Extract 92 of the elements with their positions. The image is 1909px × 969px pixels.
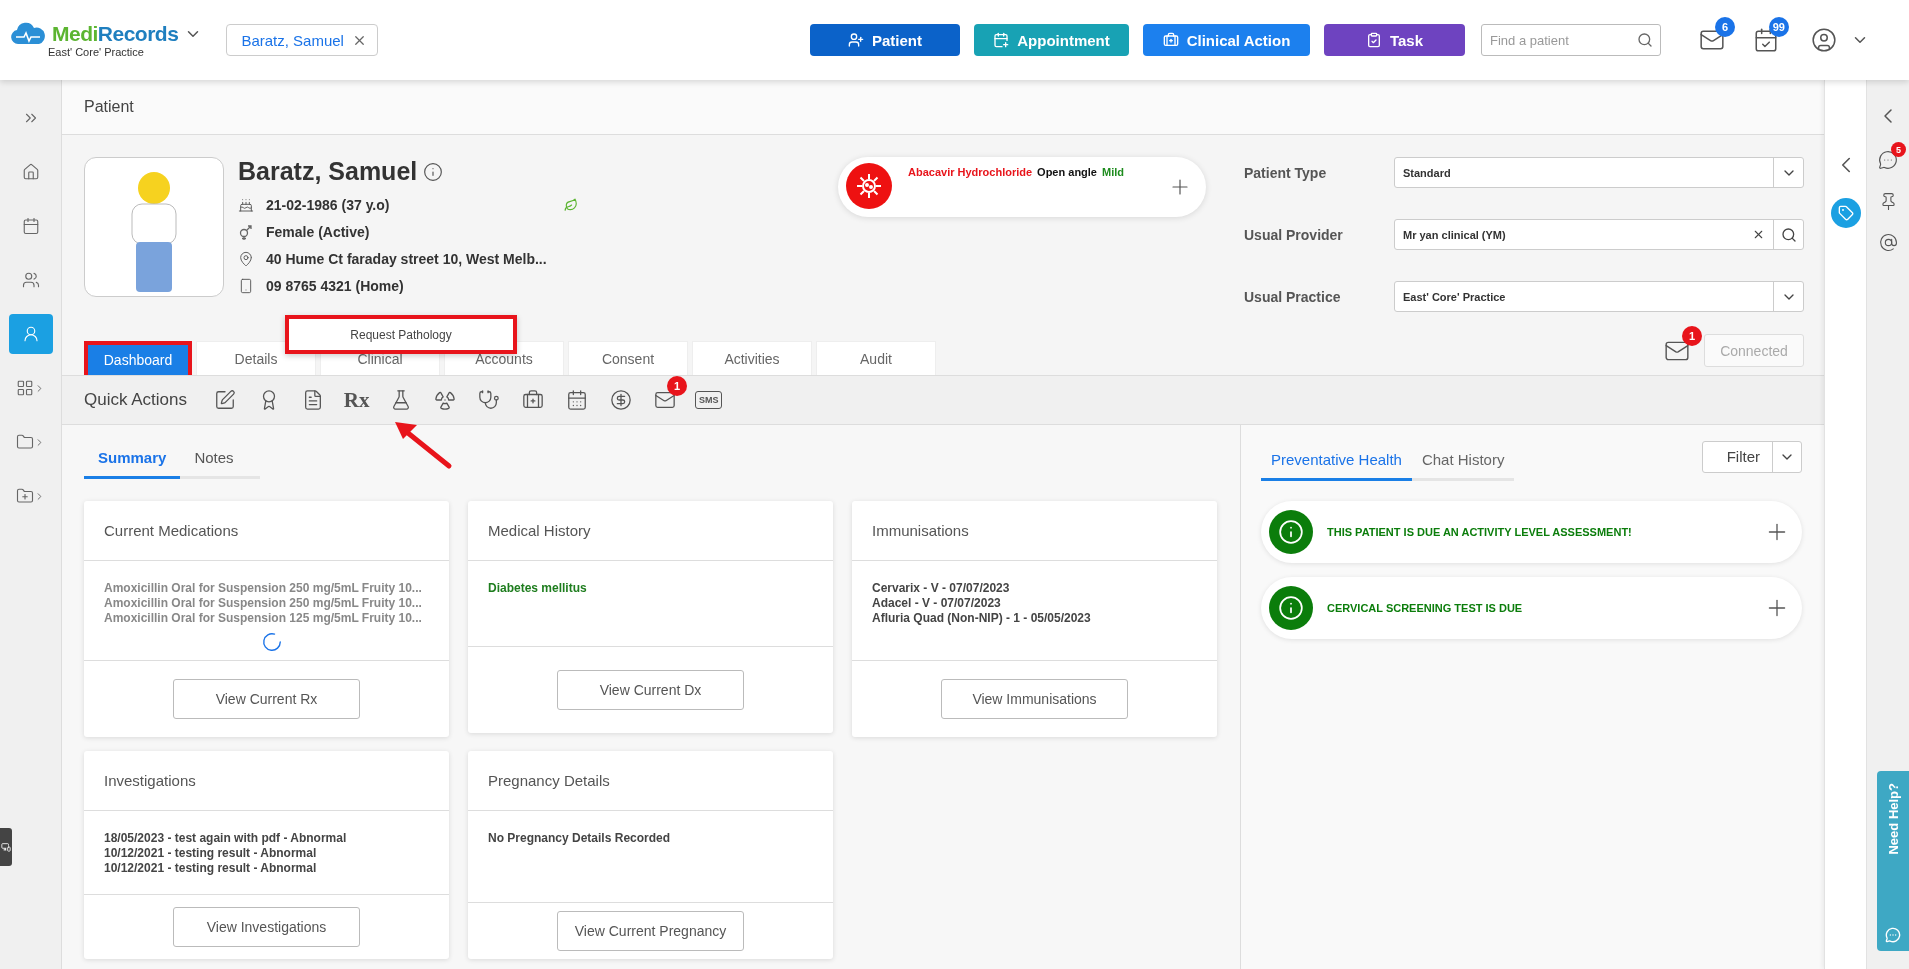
action-button[interactable]: Patient <box>810 24 960 56</box>
card-title: Investigations <box>104 772 196 789</box>
patient-phone: 09 8765 4321 (Home) <box>266 278 404 294</box>
filter-button[interactable]: Filter <box>1701 441 1802 473</box>
chat-bubble-icon <box>1885 927 1901 943</box>
clipboard-check-icon <box>1365 32 1382 48</box>
card-line: 18/05/2023 - test again with pdf - Abnormal <box>104 831 348 845</box>
card-line: Amoxicillin Oral for Suspension 250 mg/5mL Fruity 10... <box>104 581 423 595</box>
user-plus-icon <box>848 32 864 48</box>
tag-icon[interactable] <box>1830 198 1861 228</box>
card-title: Current Medications <box>104 522 239 539</box>
info-icon[interactable] <box>423 161 444 182</box>
card-title: Pregnancy Details <box>488 772 610 789</box>
card-line: Cervarix - V - 07/07/2023 <box>872 581 1011 595</box>
patient-search-field[interactable]: Find a patient <box>1481 24 1661 56</box>
card-line: 10/12/2021 - testing result - Abnormal <box>104 861 318 875</box>
tooltip: Request Pathology <box>285 315 517 354</box>
phone-icon <box>238 278 254 294</box>
tab[interactable]: Notes <box>180 439 248 479</box>
count-badge: 99 <box>1768 17 1789 37</box>
cake-icon <box>238 197 254 213</box>
chat-icon[interactable] <box>1878 150 1898 170</box>
home-icon <box>21 163 40 181</box>
select-field[interactable]: Standard <box>1394 157 1804 188</box>
page-title: Patient <box>84 98 134 116</box>
tab[interactable]: Details <box>196 341 316 375</box>
patient-address: 40 Hume Ct faraday street 10, West Melb... <box>266 251 547 267</box>
map-pin-icon <box>238 251 254 267</box>
field-label: Patient Type <box>1244 164 1328 181</box>
card-line: 10/12/2021 - testing result - Abnormal <box>104 846 318 860</box>
tab[interactable]: Summary <box>84 439 181 479</box>
alert-text: Mild <box>1102 166 1124 178</box>
people-icon <box>21 271 40 289</box>
practice-name: East' Core' Practice <box>48 46 144 58</box>
card-line: No Pregnancy Details Recorded <box>488 831 672 845</box>
card-line: Afluria Quad (Non-NIP) - 1 - 05/05/2023 <box>872 611 1092 625</box>
alert-text: Open angle <box>1037 166 1097 178</box>
card-title: Immunisations <box>872 522 969 539</box>
quick-actions-title: Quick Actions <box>84 390 187 410</box>
loading-spinner-icon <box>261 631 283 653</box>
view-button[interactable]: View Current Pregnancy <box>557 911 744 951</box>
card-line: Amoxicillin Oral for Suspension 125 mg/5mL Fruity 10... <box>104 611 423 625</box>
card-title: Medical History <box>488 522 591 539</box>
action-button[interactable]: Clinical Action <box>1143 24 1310 56</box>
gender-icon <box>238 224 254 240</box>
calendar-plus-icon <box>993 32 1010 48</box>
user-avatar-icon[interactable] <box>1811 27 1837 53</box>
card-line: Amoxicillin Oral for Suspension 250 mg/5mL Fruity 10... <box>104 596 423 610</box>
select-field[interactable]: East' Core' Practice <box>1394 281 1804 312</box>
folder-icon <box>16 433 34 451</box>
open-patient-tab[interactable]: Baratz, Samuel <box>226 24 378 56</box>
tab[interactable]: Audit <box>816 341 936 375</box>
view-button[interactable]: View Immunisations <box>941 679 1128 719</box>
at-sign-icon[interactable] <box>1878 233 1898 252</box>
tab[interactable]: Dashboard <box>84 341 192 375</box>
count-badge: 1 <box>1682 325 1702 346</box>
count-badge: 6 <box>1715 17 1735 37</box>
side-tab-icon[interactable] <box>0 828 12 866</box>
field-label: Usual Practice <box>1244 288 1342 305</box>
tab[interactable]: Preventative Health <box>1261 441 1412 481</box>
medical-case-icon <box>1162 32 1179 48</box>
tab[interactable]: Chat History <box>1411 441 1515 481</box>
field-label: Usual Provider <box>1244 226 1344 243</box>
view-button[interactable]: View Current Dx <box>557 670 744 710</box>
patient-name: Baratz, Samuel <box>238 157 418 186</box>
nav-item[interactable] <box>8 314 53 354</box>
logo-text: MediRecords <box>52 22 179 46</box>
user-icon <box>21 325 40 343</box>
card-line: Diabetes mellitus <box>488 581 588 595</box>
cloud-logo-icon <box>10 22 46 46</box>
leaf-icon <box>564 198 578 212</box>
info-icon <box>1269 586 1313 630</box>
count-badge: 5 <box>1891 142 1906 157</box>
info-icon <box>1269 510 1313 554</box>
card-line: Adacel - V - 07/07/2023 <box>872 596 1002 610</box>
alert-text: Abacavir Hydrochloride <box>908 166 1033 178</box>
virus-icon <box>856 173 882 199</box>
view-button[interactable]: View Investigations <box>173 907 360 947</box>
patient-gender: Female (Active) <box>266 224 370 240</box>
reminder-text: THIS PATIENT IS DUE AN ACTIVITY LEVEL ASSESSMENT! <box>1327 526 1633 538</box>
action-button[interactable]: Task <box>1324 24 1465 56</box>
view-button[interactable]: View Current Rx <box>173 679 360 719</box>
search-icon <box>1637 32 1653 48</box>
grid-icon <box>16 379 34 397</box>
calendar-icon <box>21 217 40 235</box>
lookup-field[interactable]: Mr yan clinical (YM) <box>1394 219 1804 250</box>
patient-dob: 21-02-1986 (37 y.o) <box>266 197 390 213</box>
folder-plus-icon <box>16 487 34 505</box>
tab[interactable]: Consent <box>568 341 688 375</box>
count-badge: 1 <box>667 376 687 396</box>
reminder-text: CERVICAL SCREENING TEST IS DUE <box>1327 602 1524 614</box>
tab[interactable]: Activities <box>692 341 812 375</box>
